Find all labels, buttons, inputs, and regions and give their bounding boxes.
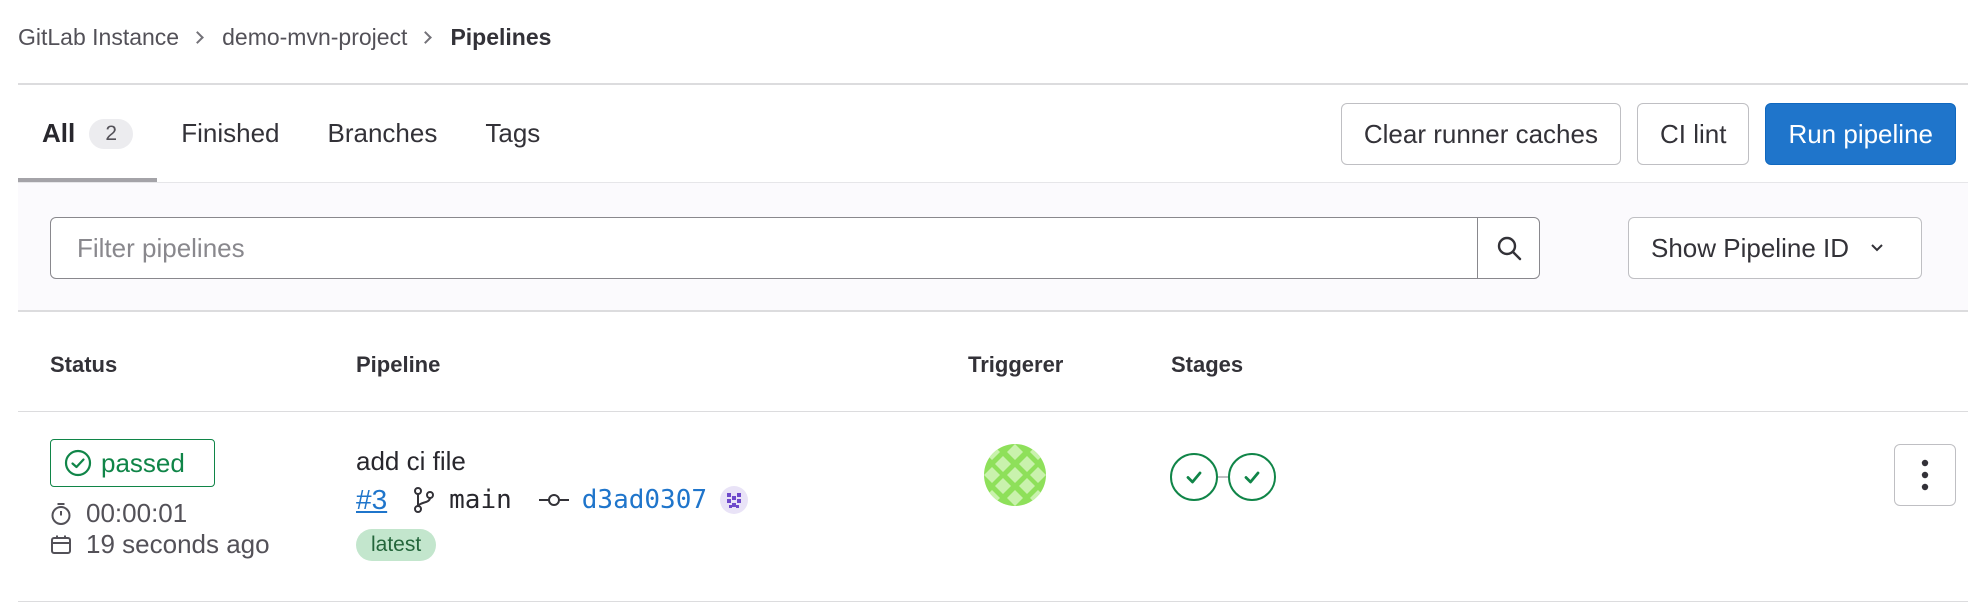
chevron-right-icon bbox=[419, 30, 433, 44]
pipeline-stages bbox=[1170, 453, 1276, 501]
tab-label: Finished bbox=[181, 118, 280, 148]
search-icon bbox=[1497, 236, 1521, 261]
chevron-right-icon bbox=[191, 30, 204, 44]
tab-finished[interactable]: Finished bbox=[157, 85, 303, 182]
chevron-down-icon bbox=[1871, 244, 1883, 252]
ci-lint-button[interactable]: CI lint bbox=[1636, 103, 1750, 165]
author-avatar[interactable] bbox=[719, 485, 749, 515]
pipeline-tabs: All 2 Finished Branches Tags bbox=[18, 85, 564, 182]
breadcrumb-item-current[interactable]: Pipelines bbox=[450, 24, 551, 51]
column-header-pipeline: Pipeline bbox=[356, 352, 441, 377]
latest-badge: latest bbox=[356, 529, 437, 561]
check-circle-icon bbox=[64, 449, 92, 477]
table-row: passed 00:00:01 19 seconds ago add ci fi… bbox=[18, 412, 1968, 602]
timer-icon bbox=[51, 502, 71, 525]
show-pipeline-id-dropdown[interactable]: Show Pipeline ID bbox=[1628, 217, 1922, 279]
filter-field bbox=[50, 217, 1540, 279]
commit-sha-link[interactable]: d3ad0307 bbox=[582, 485, 707, 515]
column-header-stages: Stages bbox=[1171, 352, 1244, 377]
more-actions-button[interactable] bbox=[1894, 444, 1956, 506]
kebab-icon bbox=[1921, 459, 1929, 491]
finished-time: 19 seconds ago bbox=[50, 529, 270, 560]
finished-value: 19 seconds ago bbox=[86, 529, 270, 559]
tab-branches[interactable]: Branches bbox=[304, 85, 462, 182]
filter-bar: Show Pipeline ID bbox=[18, 182, 1968, 312]
tab-label: Tags bbox=[485, 118, 541, 148]
clear-runner-caches-button[interactable]: Clear runner caches bbox=[1340, 103, 1621, 165]
column-header-triggerer: Triggerer bbox=[968, 352, 1064, 377]
tab-tags[interactable]: Tags bbox=[461, 85, 564, 182]
breadcrumb-item-project[interactable]: demo-mvn-project bbox=[222, 24, 407, 51]
branch-name[interactable]: main bbox=[449, 485, 512, 515]
status-label: passed bbox=[101, 447, 185, 478]
tab-all[interactable]: All 2 bbox=[18, 85, 158, 182]
tab-label: Branches bbox=[327, 118, 438, 148]
calendar-icon bbox=[51, 535, 71, 554]
pipeline-id-link[interactable]: #3 bbox=[356, 484, 387, 516]
pipeline-ref-line: #3 main d3ad0307 bbox=[356, 482, 749, 518]
stage-status-passed[interactable] bbox=[1228, 453, 1276, 501]
breadcrumb-item-instance[interactable]: GitLab Instance bbox=[18, 24, 179, 51]
table-header: Status Pipeline Triggerer Stages bbox=[18, 312, 1968, 412]
search-button[interactable] bbox=[1477, 218, 1539, 278]
duration-value: 00:00:01 bbox=[86, 498, 188, 528]
breadcrumb: GitLab Instance demo-mvn-project Pipelin… bbox=[18, 22, 551, 52]
column-header-status: Status bbox=[50, 352, 118, 377]
identicon-icon bbox=[984, 444, 1046, 506]
branch-icon bbox=[414, 487, 435, 513]
stage-connector bbox=[1218, 476, 1228, 478]
status-badge[interactable]: passed bbox=[50, 439, 215, 487]
run-pipeline-button[interactable]: Run pipeline bbox=[1765, 103, 1956, 165]
check-icon bbox=[1244, 471, 1260, 484]
dropdown-label: Show Pipeline ID bbox=[1651, 232, 1849, 263]
commit-title[interactable]: add ci file bbox=[356, 446, 466, 477]
tab-label: All bbox=[42, 118, 76, 148]
check-icon bbox=[1186, 471, 1202, 484]
stage-status-passed[interactable] bbox=[1170, 453, 1218, 501]
filter-pipelines-input[interactable] bbox=[51, 218, 1477, 278]
commit-icon bbox=[538, 494, 569, 506]
duration: 00:00:01 bbox=[50, 498, 187, 529]
header-actions: Clear runner caches CI lint Run pipeline bbox=[1340, 103, 1956, 165]
pipelines-page: GitLab Instance demo-mvn-project Pipelin… bbox=[0, 0, 1968, 608]
triggerer-avatar[interactable] bbox=[984, 444, 1046, 506]
count-badge: 2 bbox=[89, 118, 134, 149]
